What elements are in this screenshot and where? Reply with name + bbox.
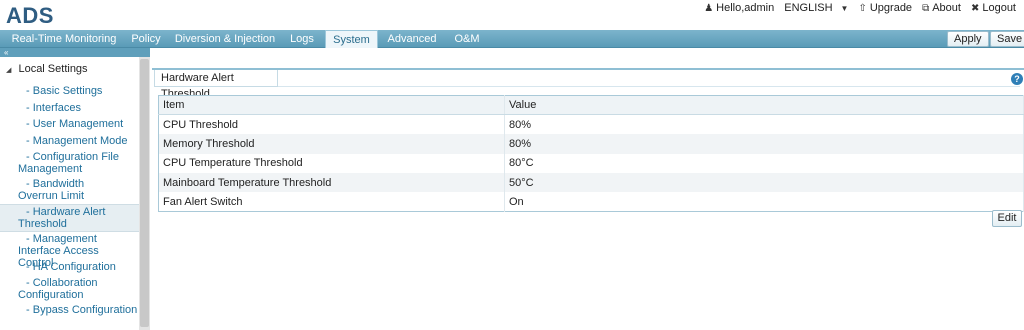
cell-item: CPU Threshold <box>158 114 505 135</box>
logout-link[interactable]: ✖ Logout <box>971 2 1016 14</box>
sidebar-item-basic-settings[interactable]: - Basic Settings <box>0 85 139 97</box>
upgrade-label: Upgrade <box>869 2 913 14</box>
tab-bar-line <box>152 68 1024 70</box>
nav-policy[interactable]: Policy <box>126 30 166 48</box>
column-header-item: Item <box>158 95 505 116</box>
main-nav: Real-Time Monitoring Policy Diversion & … <box>0 30 1024 48</box>
language-label: ENGLISH <box>784 2 833 14</box>
help-icon[interactable]: ? <box>1011 73 1023 85</box>
language-select[interactable]: ENGLISH ▼ <box>784 2 848 14</box>
sidebar: « ◢ Local Settings - Basic Settings - In… <box>0 48 150 330</box>
main-content: Hardware Alert Threshold ? Item Value CP… <box>152 48 1024 330</box>
tab-hardware-alert-threshold[interactable]: Hardware Alert Threshold <box>154 70 278 100</box>
upgrade-link[interactable]: ⇧ Upgrade <box>858 2 912 14</box>
table-header-row: Item Value <box>158 95 1024 116</box>
save-button[interactable]: Save <box>990 31 1024 47</box>
sidebar-item-ha-configuration[interactable]: - HA Configuration <box>0 261 139 273</box>
sidebar-item-interfaces[interactable]: - Interfaces <box>0 102 139 114</box>
user-icon: ♟ <box>704 2 714 14</box>
tab-underline <box>278 86 1020 87</box>
double-chevron-left-icon: « <box>4 48 9 57</box>
sidebar-item-management-mode[interactable]: - Management Mode <box>0 135 139 147</box>
threshold-table: Item Value CPU Threshold 80% Memory Thre… <box>158 95 1024 213</box>
table-row[interactable]: Memory Threshold 80% <box>158 134 1024 154</box>
sidebar-collapse-toggle[interactable]: « <box>0 48 150 57</box>
cell-value: 80% <box>504 134 1024 154</box>
user-greeting-label: Hello,admin <box>716 2 775 14</box>
sidebar-group-label: Local Settings <box>18 63 88 75</box>
nav-real-time-monitoring[interactable]: Real-Time Monitoring <box>8 30 120 48</box>
cell-value: 80°C <box>504 153 1024 174</box>
cell-value: 80% <box>504 114 1024 135</box>
close-x-icon: ✖ <box>970 2 980 14</box>
cell-item: CPU Temperature Threshold <box>158 153 505 174</box>
sidebar-item-collaboration-configuration[interactable]: - Collaboration Configuration <box>0 277 110 301</box>
table-row[interactable]: Mainboard Temperature Threshold 50°C <box>158 173 1024 193</box>
cell-item: Mainboard Temperature Threshold <box>158 173 505 193</box>
about-link[interactable]: ⧉ About <box>922 2 961 14</box>
sidebar-item-user-management[interactable]: - User Management <box>0 118 139 130</box>
sidebar-item-bandwidth-overrun-limit[interactable]: - Bandwidth Overrun Limit <box>0 178 124 202</box>
user-links: ♟ Hello,admin ENGLISH ▼ ⇧ Upgrade ⧉ Abou… <box>694 1 1016 15</box>
cell-item: Fan Alert Switch <box>158 192 505 212</box>
logout-label: Logout <box>982 2 1016 14</box>
cell-value: 50°C <box>504 173 1024 193</box>
sidebar-group-local-settings[interactable]: ◢ Local Settings <box>6 63 88 75</box>
nav-system[interactable]: System <box>325 30 378 48</box>
about-label: About <box>932 2 961 14</box>
top-header: ADS ♟ Hello,admin ENGLISH ▼ ⇧ Upgrade ⧉ … <box>0 0 1024 30</box>
nav-diversion-injection[interactable]: Diversion & Injection <box>174 30 276 48</box>
cell-value: On <box>504 192 1024 212</box>
sidebar-item-bypass-configuration[interactable]: - Bypass Configuration <box>0 304 139 316</box>
sidebar-item-configuration-file-management[interactable]: - Configuration File Management <box>0 151 124 175</box>
table-row[interactable]: CPU Threshold 80% <box>158 114 1024 135</box>
column-header-value: Value <box>504 95 1024 116</box>
table-row[interactable]: Fan Alert Switch On <box>158 192 1024 212</box>
user-greeting[interactable]: ♟ Hello,admin <box>704 2 774 14</box>
edit-button[interactable]: Edit <box>992 210 1022 227</box>
table-row[interactable]: CPU Temperature Threshold 80°C <box>158 153 1024 174</box>
sidebar-scroll-thumb[interactable] <box>140 59 149 327</box>
upgrade-arrow-icon: ⇧ <box>858 2 867 14</box>
sidebar-scrollbar[interactable] <box>139 57 150 330</box>
nav-om[interactable]: O&M <box>448 30 486 48</box>
sidebar-item-hardware-alert-threshold[interactable]: - Hardware Alert Threshold <box>0 204 139 232</box>
chevron-down-icon: ▼ <box>840 3 849 13</box>
nav-advanced[interactable]: Advanced <box>384 30 440 48</box>
apply-button[interactable]: Apply <box>947 31 989 47</box>
cell-item: Memory Threshold <box>158 134 505 154</box>
collapse-triangle-icon: ◢ <box>6 67 12 74</box>
about-icon: ⧉ <box>922 2 930 14</box>
app-logo: ADS <box>6 3 54 28</box>
nav-logs[interactable]: Logs <box>284 30 320 48</box>
